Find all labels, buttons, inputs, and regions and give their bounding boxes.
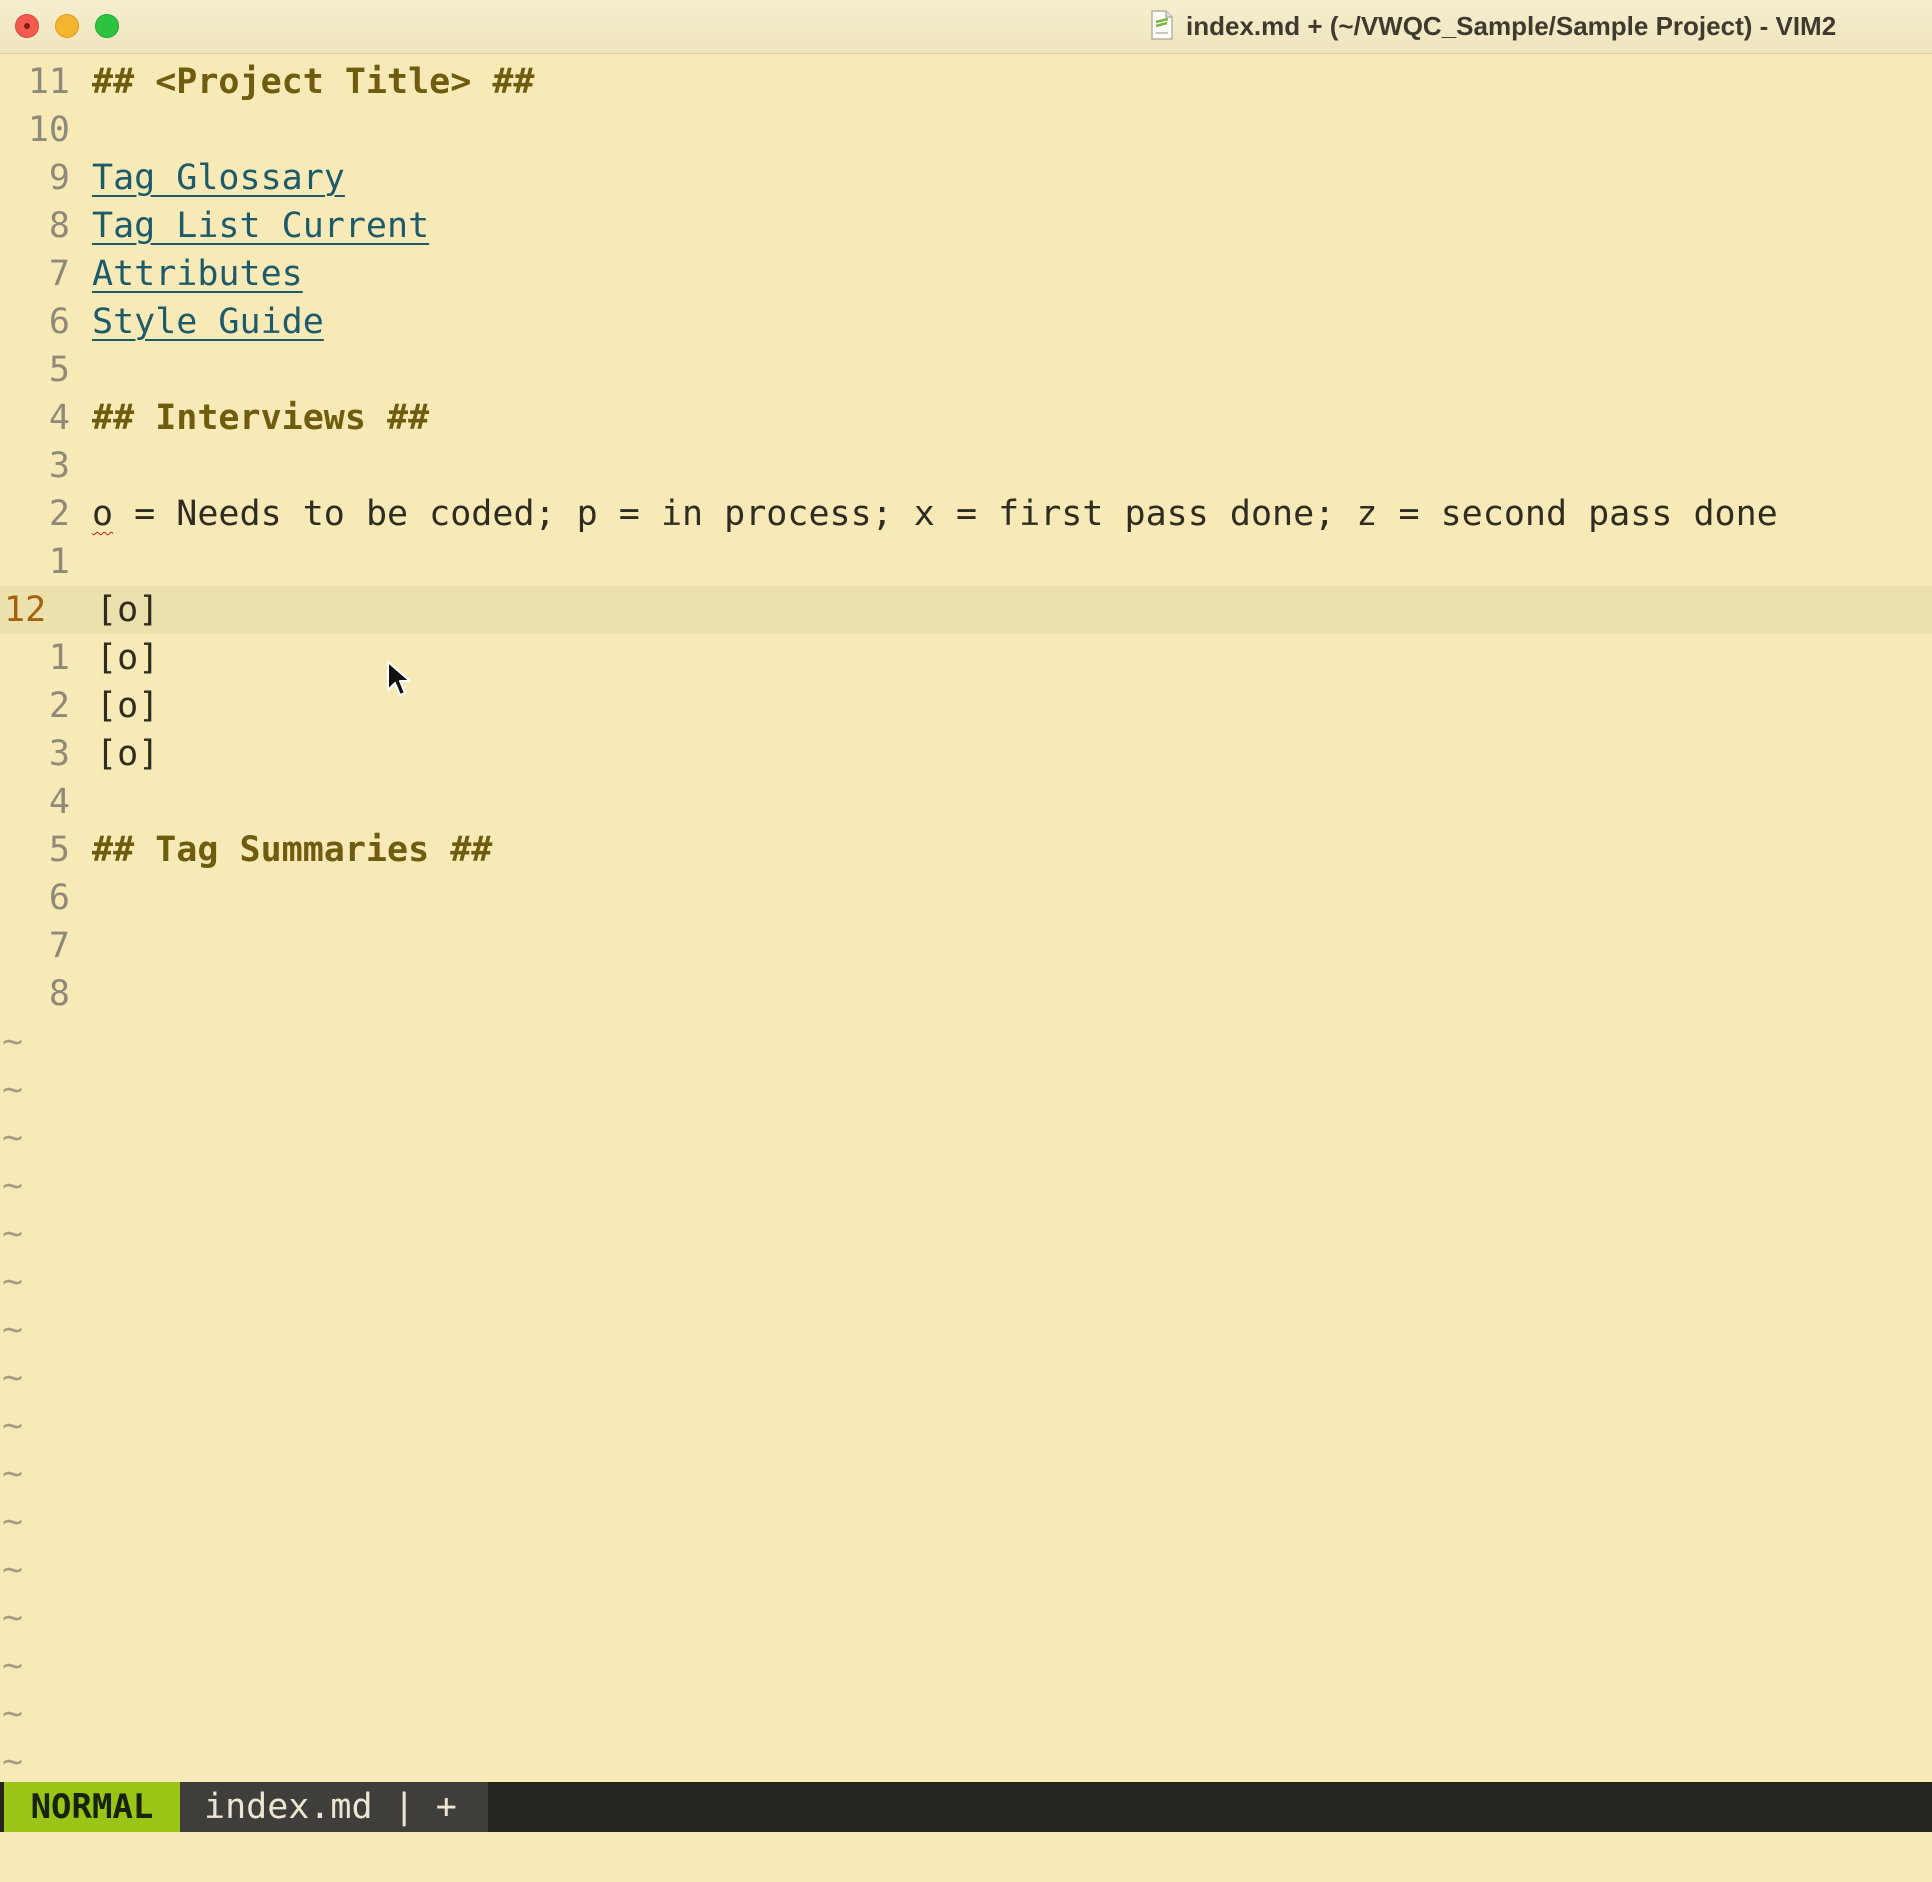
line-number: 2 [48,686,70,726]
status-line: NORMAL index.md | + [0,1782,1932,1832]
empty-line-marker: ~ [2,1070,24,1110]
editor-line[interactable]: 9 Tag Glossary [0,154,1932,202]
editor-line[interactable]: 10 [0,106,1932,154]
heading-text: ## <Project Title> ## [92,62,535,102]
editor-line[interactable]: 6 Style Guide [0,298,1932,346]
editor-buffer[interactable]: 11 ## <Project Title> ## 10 9 Tag Glossary 8 T… [0,58,1932,1786]
mouse-pointer-icon [387,661,411,696]
line-number: 12 [4,590,47,630]
legend-rest: = Needs to be coded; p = in process; x =… [113,494,1778,534]
line-number: 6 [48,302,70,342]
document-icon [1151,10,1173,40]
interview-status-item: [o] [96,734,160,774]
empty-line-marker: ~ [2,1022,24,1062]
editor-line[interactable]: 11 ## <Project Title> ## [0,58,1932,106]
buffer-tab[interactable]: index.md | + [180,1782,488,1832]
line-number: 8 [48,206,70,246]
wiki-link[interactable]: Tag Glossary [92,154,345,202]
status-legend-text: o = Needs to be coded; p = in process; x… [92,490,1778,538]
empty-line-marker: ~ [2,1358,24,1398]
editor-line[interactable]: 8 [0,970,1932,1018]
line-number: 1 [48,638,70,678]
empty-line-marker: ~ [2,1262,24,1302]
close-window-button[interactable] [15,14,39,38]
zoom-window-button[interactable] [95,14,119,38]
line-number: 4 [48,782,70,822]
empty-line-marker: ~ [2,1406,24,1446]
editor-line[interactable]: 5 [0,346,1932,394]
editor-line[interactable]: 1 [o] [0,634,1932,682]
heading-text: ## Tag Summaries ## [92,830,493,870]
editor-line[interactable]: 5 ## Tag Summaries ## [0,826,1932,874]
line-number: 4 [48,398,70,438]
interview-status-item: [o] [96,590,160,630]
line-number: 2 [48,494,70,534]
empty-line-marker: ~ [2,1166,24,1206]
wiki-link[interactable]: Style Guide [92,298,324,346]
editor-line[interactable]: 3 [0,442,1932,490]
interview-status-item: [o] [96,638,160,678]
empty-line-marker: ~ [2,1694,24,1734]
empty-line-marker: ~ [2,1502,24,1542]
spell-error-word: o [92,494,114,534]
title-bar: index.md + (~/VWQC_Sample/Sample Project… [0,0,1932,54]
wiki-link[interactable]: Attributes [92,250,303,298]
editor-line[interactable]: 1 [0,538,1932,586]
line-number: 5 [48,830,70,870]
line-number: 8 [48,974,70,1014]
interview-status-item: [o] [96,686,160,726]
editor-line[interactable]: 7 Attributes [0,250,1932,298]
empty-line-marker: ~ [2,1454,24,1494]
empty-line-marker: ~ [2,1118,24,1158]
line-number: 6 [48,878,70,918]
empty-line-marker: ~ [2,1214,24,1254]
line-number: 11 [27,62,70,102]
editor-line[interactable]: 3 [o] [0,730,1932,778]
line-number: 10 [27,110,70,150]
current-line[interactable]: 12 [o] [0,586,1932,634]
empty-line-marker: ~ [2,1550,24,1590]
empty-line-marker: ~ [2,1742,24,1782]
empty-line-marker: ~ [2,1598,24,1638]
editor-line[interactable]: 2o = Needs to be coded; p = in process; … [0,490,1932,538]
window-title: index.md + (~/VWQC_Sample/Sample Project… [1186,11,1837,41]
line-number: 7 [48,254,70,294]
editor-line[interactable]: 2 [o] [0,682,1932,730]
editor-line[interactable]: 4 [0,778,1932,826]
minimize-window-button[interactable] [55,14,79,38]
empty-line-marker: ~ [2,1310,24,1350]
mode-indicator: NORMAL [4,1782,180,1832]
editor-line[interactable]: 6 [0,874,1932,922]
line-number: 3 [48,734,70,774]
heading-text: ## Interviews ## [92,398,430,438]
wiki-link[interactable]: Tag List Current [92,202,429,250]
editor-line[interactable]: 7 [0,922,1932,970]
line-number: 1 [48,542,70,582]
line-number: 7 [48,926,70,966]
editor-line[interactable]: 4 ## Interviews ## [0,394,1932,442]
line-number: 5 [48,350,70,390]
editor-line[interactable]: 8 Tag List Current [0,202,1932,250]
line-number: 9 [48,158,70,198]
command-line[interactable] [0,1832,1932,1882]
line-number: 3 [48,446,70,486]
empty-line-marker: ~ [2,1646,24,1686]
